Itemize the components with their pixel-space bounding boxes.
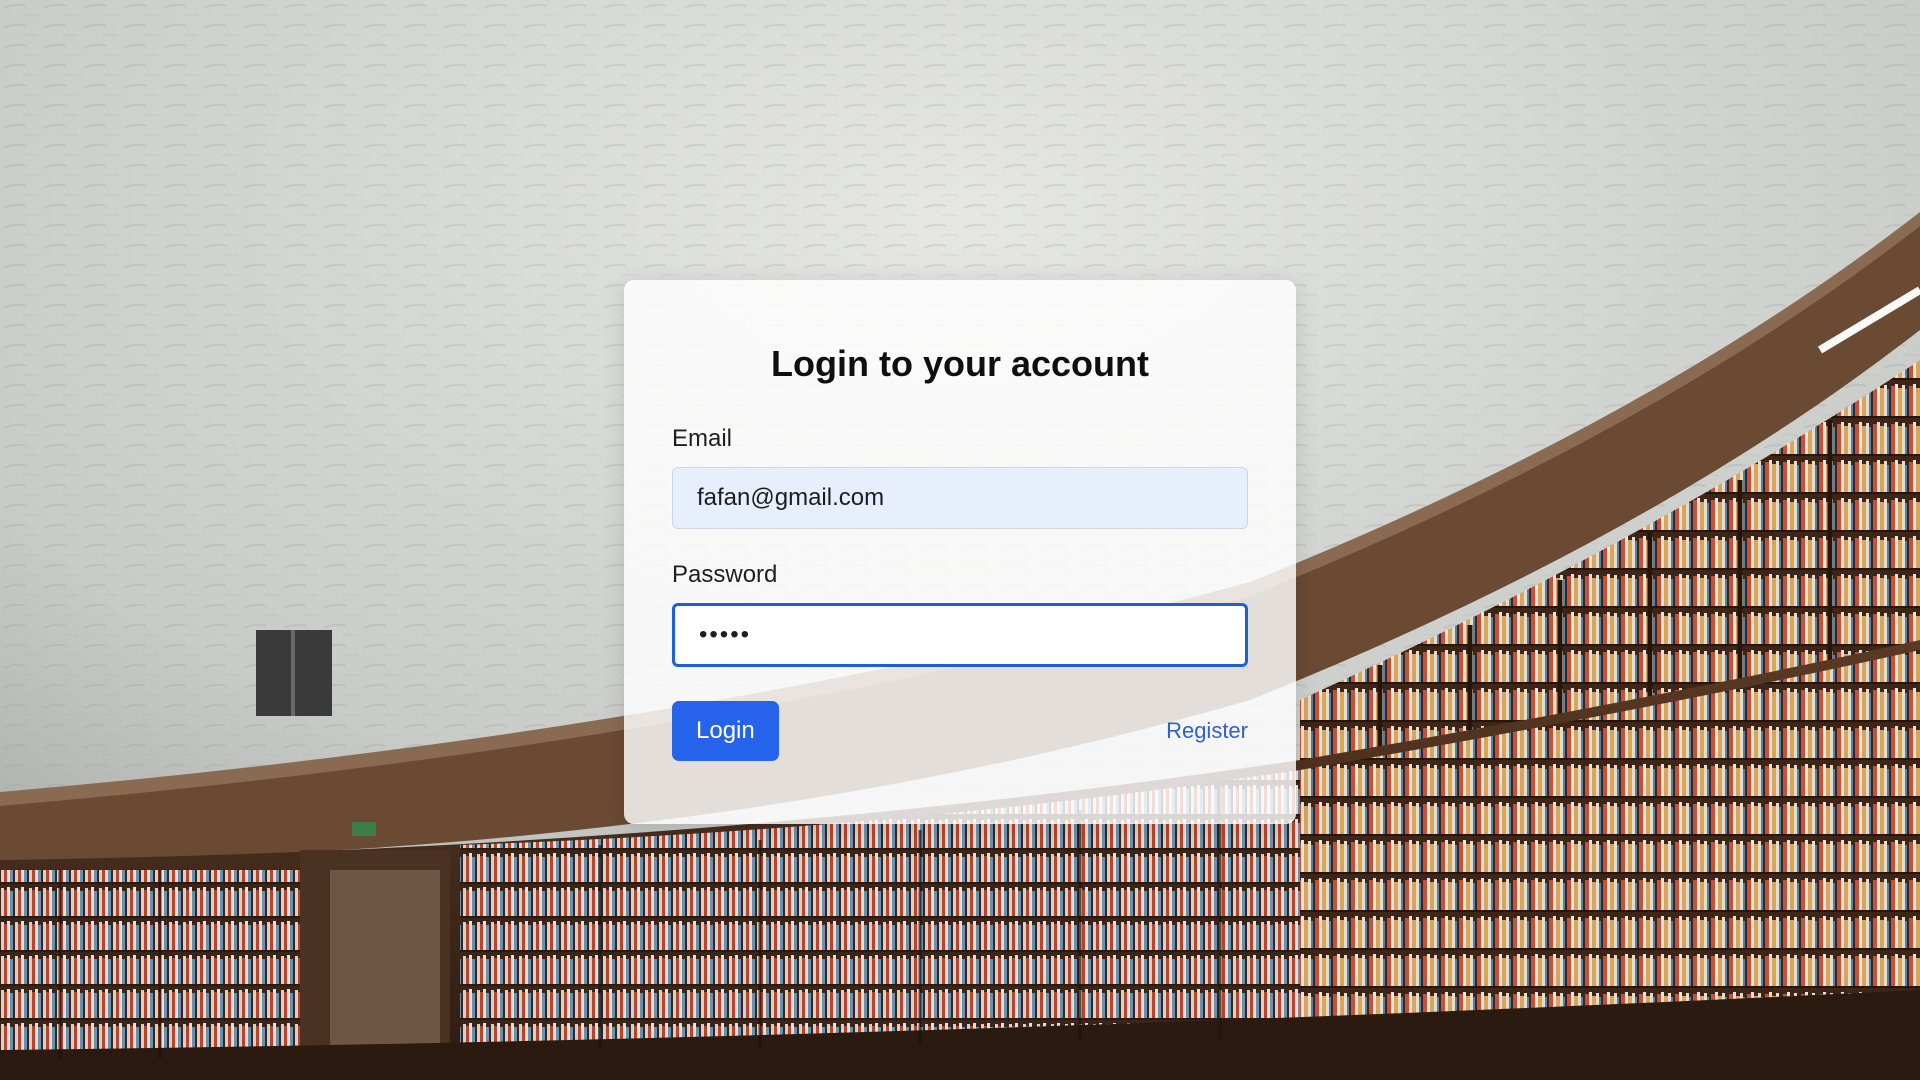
password-input[interactable] bbox=[672, 603, 1248, 668]
login-card: Login to your account Email Password Log… bbox=[624, 280, 1296, 824]
form-actions: Login Register bbox=[672, 701, 1248, 762]
password-label: Password bbox=[672, 561, 778, 589]
email-input[interactable] bbox=[672, 467, 1248, 530]
register-link[interactable]: Register bbox=[1166, 718, 1248, 744]
login-title: Login to your account bbox=[771, 343, 1149, 384]
email-label: Email bbox=[672, 425, 733, 453]
login-button[interactable]: Login bbox=[672, 701, 779, 762]
